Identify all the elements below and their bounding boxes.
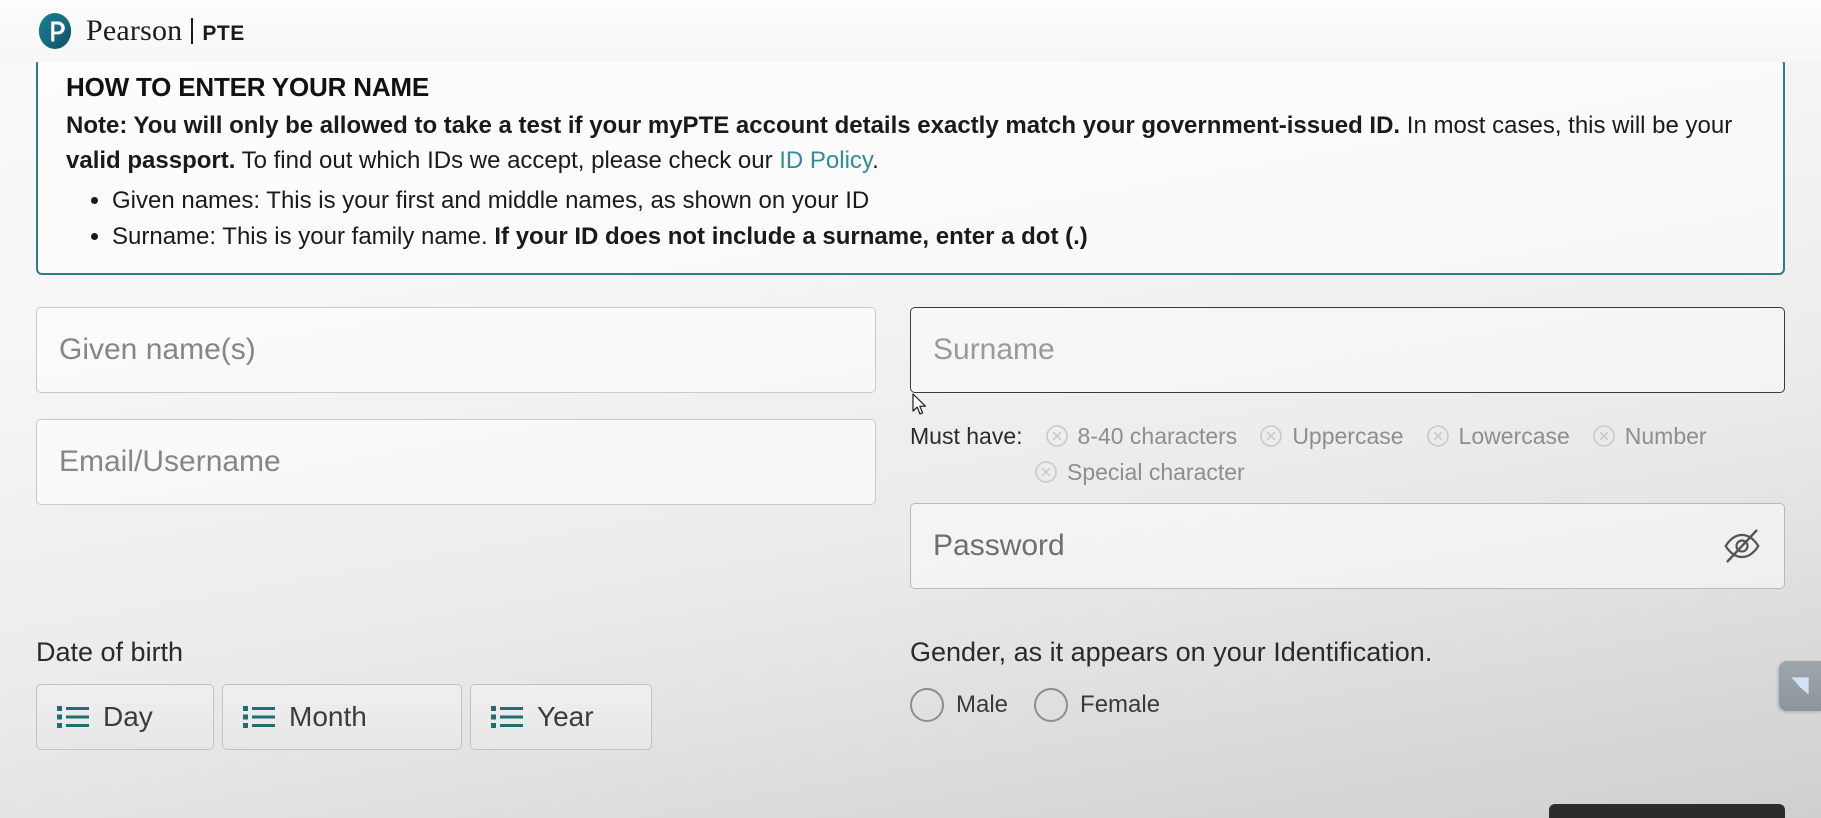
password-requirements-row-2: Special character <box>910 455 1750 489</box>
list-icon <box>57 704 89 730</box>
gender-options: Male Female <box>910 687 1785 722</box>
dob-year-select[interactable]: Year <box>470 683 652 750</box>
must-have-label: Must have: <box>910 422 1023 449</box>
notice-note-period: . <box>872 146 879 174</box>
requirement-label: Special character <box>1067 458 1245 485</box>
password-input[interactable]: Password <box>910 502 1785 589</box>
date-of-birth-section: Date of birth Day Month Year <box>36 637 876 750</box>
radio-button-female[interactable] <box>1034 687 1069 722</box>
requirement-number: Number <box>1592 419 1707 453</box>
feedback-widget-icon <box>1787 673 1813 699</box>
gender-male-label: Male <box>956 690 1009 718</box>
notice-bullet-surname: Surname: This is your family name. If yo… <box>112 219 1761 255</box>
circle-x-icon <box>1034 460 1058 484</box>
requirement-label: 8-40 characters <box>1077 422 1238 449</box>
notice-note-plain-2: To find out which IDs we accept, please … <box>235 146 780 174</box>
form-left-column: Given name(s) Email/Username <box>36 306 876 589</box>
pearson-p-logo-icon <box>36 12 74 50</box>
how-to-enter-name-notice: HOW TO ENTER YOUR NAME Note: You will on… <box>36 58 1785 275</box>
email-username-input[interactable]: Email/Username <box>36 418 876 505</box>
logo-divider <box>191 18 194 44</box>
requirement-8-40-characters: 8-40 characters <box>1045 419 1238 453</box>
surname-placeholder: Surname <box>933 332 1055 366</box>
feedback-widget-button[interactable] <box>1779 661 1821 711</box>
list-icon <box>243 704 275 730</box>
notice-bullet-given-names: Given names: This is your first and midd… <box>112 183 1761 219</box>
requirement-special-character: Special character <box>1034 455 1245 489</box>
radio-button-male[interactable] <box>910 687 944 722</box>
notice-body: Note: You will only be allowed to take a… <box>66 109 1761 179</box>
email-username-placeholder: Email/Username <box>59 444 281 478</box>
requirement-lowercase: Lowercase <box>1426 419 1570 453</box>
bottom-sections: Date of birth Day Month Year Gender, as … <box>36 637 1785 750</box>
list-icon <box>491 704 523 730</box>
requirement-uppercase: Uppercase <box>1259 419 1404 453</box>
given-name-placeholder: Given name(s) <box>59 332 256 366</box>
dob-month-select[interactable]: Month <box>222 683 462 750</box>
notice-note-plain-1: In most cases, this will be your <box>1400 112 1733 139</box>
gender-female-label: Female <box>1080 690 1161 718</box>
circle-x-icon <box>1592 424 1616 448</box>
circle-x-icon <box>1426 424 1450 448</box>
requirement-label: Lowercase <box>1458 422 1570 449</box>
brand-name: Pearson <box>86 14 183 47</box>
registration-form: Given name(s) Email/Username Surname Mus… <box>36 306 1785 589</box>
given-name-input[interactable]: Given name(s) <box>36 306 876 393</box>
notice-passport-bold: valid passport. <box>66 146 236 174</box>
gender-option-male[interactable]: Male <box>910 687 1009 722</box>
bullet-text-bold: If your ID does not include a surname, e… <box>494 222 1088 250</box>
date-of-birth-label: Date of birth <box>36 636 184 667</box>
id-policy-link[interactable]: ID Policy <box>779 147 872 174</box>
bullet-text: Given names: This is your first and midd… <box>112 186 870 214</box>
gender-option-female[interactable]: Female <box>1034 687 1161 722</box>
password-placeholder: Password <box>933 528 1065 562</box>
notice-note-bold: Note: You will only be allowed to take a… <box>66 112 1401 139</box>
brand-wordmark: Pearson PTE <box>86 16 245 46</box>
product-name: PTE <box>202 22 245 45</box>
site-header: Pearson PTE <box>0 0 1821 62</box>
eye-off-icon[interactable] <box>1722 526 1762 566</box>
gender-label: Gender, as it appears on your Identifica… <box>910 636 1433 667</box>
dob-day-label: Day <box>103 700 153 732</box>
dob-year-label: Year <box>537 700 594 732</box>
gender-section: Gender, as it appears on your Identifica… <box>910 637 1785 750</box>
notice-title: HOW TO ENTER YOUR NAME <box>66 72 429 102</box>
dob-day-select[interactable]: Day <box>36 683 214 750</box>
circle-x-icon <box>1259 424 1283 448</box>
submit-button-partial[interactable] <box>1549 804 1785 818</box>
requirement-label: Number <box>1624 422 1707 449</box>
form-right-column: Surname Must have: 8-40 characters Upper… <box>910 306 1785 589</box>
requirement-label: Uppercase <box>1292 422 1404 449</box>
date-of-birth-selectors: Day Month Year <box>36 683 876 750</box>
dob-month-label: Month <box>289 700 367 732</box>
notice-bullet-list: Given names: This is your first and midd… <box>66 183 1761 255</box>
circle-x-icon <box>1045 424 1069 448</box>
surname-input[interactable]: Surname <box>910 306 1785 393</box>
bullet-text: Surname: This is your family name. <box>112 222 495 250</box>
pearson-pte-logo[interactable]: Pearson PTE <box>36 12 245 50</box>
password-requirements: Must have: 8-40 characters Uppercase Low… <box>910 419 1750 489</box>
